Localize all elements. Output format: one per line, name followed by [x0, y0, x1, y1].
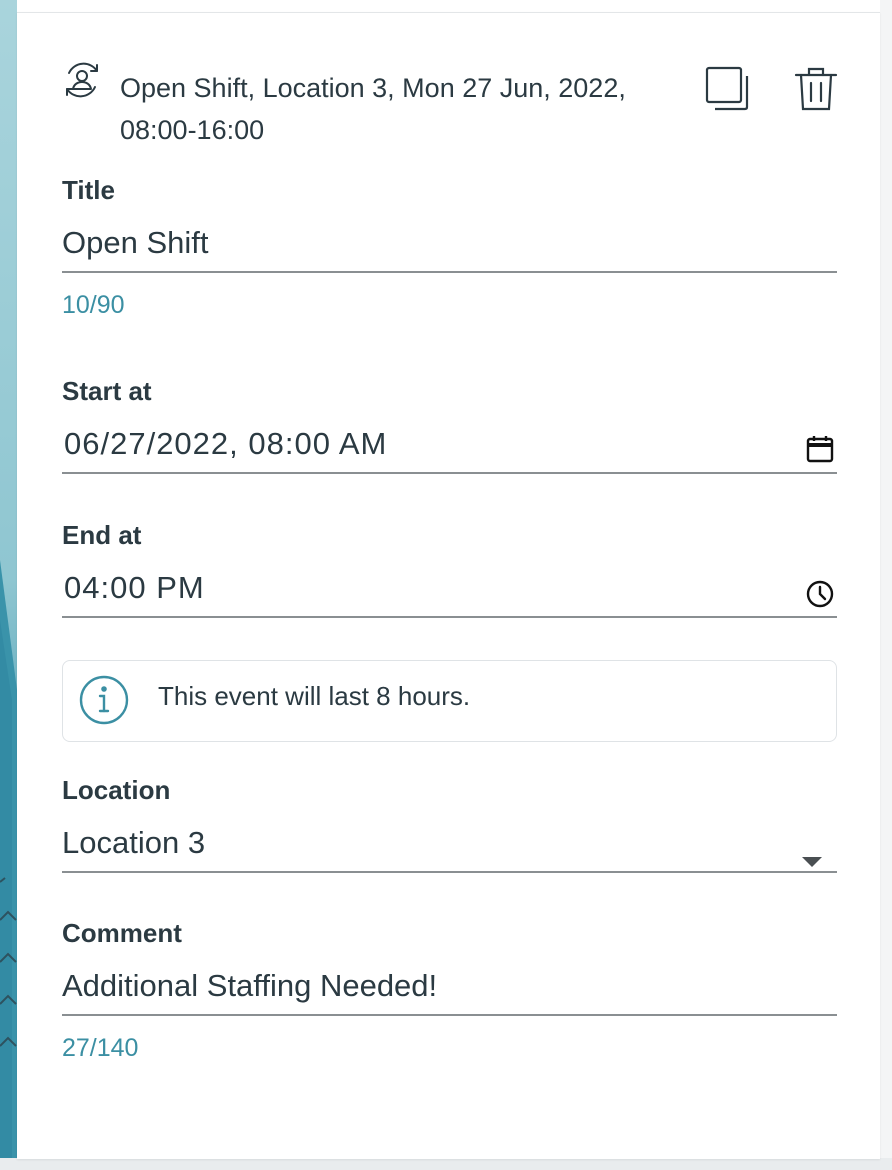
trash-icon [794, 67, 838, 111]
comment-label: Comment [62, 918, 182, 948]
shift-details-panel: Open Shift, Location 3, Mon 27 Jun, 2022… [17, 12, 880, 1159]
duration-info-box: This event will last 8 hours. [62, 660, 837, 742]
bottom-edge [0, 1158, 892, 1170]
start-value: 06/27/2022, 08:00 AM [64, 426, 388, 461]
shift-editor-page: Open Shift, Location 3, Mon 27 Jun, 2022… [0, 0, 892, 1170]
comment-field: Comment Additional Staffing Needed! 27/1… [62, 918, 837, 1063]
location-field: Location Location 3 [62, 775, 837, 873]
comment-input[interactable]: Additional Staffing Needed! [62, 962, 837, 1016]
title-input[interactable]: Open Shift [62, 219, 837, 273]
end-label: End at [62, 520, 142, 550]
caret-down-icon[interactable] [801, 837, 823, 867]
start-field: Start at 06/27/2022, 08:00 AM [62, 376, 837, 474]
comment-char-counter: 27/140 [62, 1034, 139, 1062]
location-value: Location 3 [62, 825, 206, 860]
end-time-input[interactable]: 04:00 PM [62, 564, 837, 618]
location-select[interactable]: Location 3 [62, 819, 837, 873]
end-field: End at 04:00 PM [62, 520, 837, 618]
start-label: Start at [62, 376, 152, 406]
shift-swap-icon [61, 59, 103, 101]
background-strip [0, 0, 17, 1160]
delete-button[interactable] [792, 65, 840, 113]
copy-icon [705, 66, 749, 111]
scroll-gutter [880, 0, 892, 1170]
title-value: Open Shift [62, 225, 209, 260]
duration-info-text: This event will last 8 hours. [158, 681, 471, 711]
comment-value: Additional Staffing Needed! [62, 968, 438, 1003]
copy-button[interactable] [704, 65, 752, 113]
title-label: Title [62, 175, 115, 205]
title-field: Title Open Shift 10/90 [62, 175, 837, 320]
location-label: Location [62, 775, 171, 805]
clock-icon[interactable] [805, 576, 835, 608]
shift-summary: Open Shift, Location 3, Mon 27 Jun, 2022… [120, 73, 626, 145]
calendar-icon[interactable] [805, 432, 835, 463]
info-icon [78, 674, 130, 726]
panel-header: Open Shift, Location 3, Mon 27 Jun, 2022… [61, 57, 841, 157]
title-char-counter: 10/90 [62, 291, 125, 319]
end-value: 04:00 PM [64, 570, 205, 605]
start-datetime-input[interactable]: 06/27/2022, 08:00 AM [62, 420, 837, 474]
